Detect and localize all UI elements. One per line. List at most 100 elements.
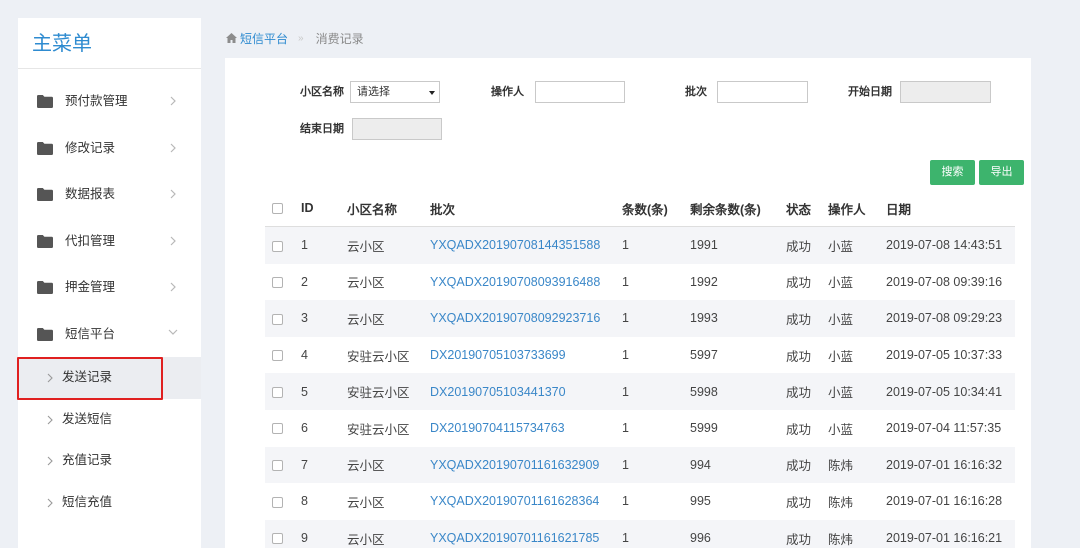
cell-operator: 小蓝	[828, 422, 854, 437]
sidebar-item-label: 数据报表	[65, 187, 116, 202]
row-checkbox[interactable]	[272, 240, 283, 252]
cell-community: 云小区	[341, 226, 424, 264]
cell-count: 1	[622, 274, 629, 289]
cell-count: 1	[616, 226, 684, 264]
folder-icon	[37, 281, 53, 295]
submenu-item-recharge-records[interactable]: 充值记录	[18, 440, 201, 482]
cell-status: 成功	[786, 276, 812, 291]
sidebar-item-modification-records[interactable]: 修改记录	[18, 125, 201, 172]
sidebar-item-sms-platform[interactable]: 短信平台	[18, 311, 201, 358]
cell-batch-link[interactable]: DX20190704115734763	[424, 410, 616, 447]
cell-batch-link[interactable]: YXQADX20190701161632909	[424, 446, 616, 484]
cell-batch-link[interactable]: YXQADX20190708144351588	[424, 226, 616, 264]
row-checkbox[interactable]	[272, 350, 283, 362]
cell-checkbox	[265, 483, 295, 520]
column-header-operator: 操作人	[822, 190, 880, 227]
row-checkbox[interactable]	[272, 496, 283, 508]
cell-status: 成功	[780, 300, 822, 337]
folder-icon	[37, 327, 53, 341]
chevron-right-icon	[47, 456, 53, 466]
cell-operator: 小蓝	[822, 226, 880, 264]
cell-batch-link[interactable]: DX20190705103733699	[424, 337, 616, 374]
cell-batch-link[interactable]: YXQADX20190708092923716	[424, 300, 616, 337]
chevron-right-icon	[47, 373, 53, 383]
cell-count: 1	[616, 446, 684, 484]
submenu-item-send-records[interactable]: 发送记录	[18, 357, 201, 399]
cell-date: 2019-07-08 09:29:23	[880, 300, 1015, 337]
row-checkbox[interactable]	[272, 423, 283, 435]
cell-date: 2019-07-04 11:57:35	[886, 421, 1002, 436]
operator-input[interactable]	[535, 81, 625, 103]
sidebar-item-label: 代扣管理	[65, 233, 116, 248]
submenu-item-send-sms[interactable]: 发送短信	[18, 399, 201, 441]
folder-icon	[37, 188, 53, 202]
cell-remaining: 995	[690, 494, 711, 509]
cell-operator: 小蓝	[822, 300, 880, 337]
cell-count: 1	[622, 421, 629, 436]
row-checkbox[interactable]	[272, 533, 283, 545]
cell-remaining: 996	[684, 519, 780, 548]
search-button[interactable]: 搜索	[930, 160, 975, 185]
row-checkbox[interactable]	[272, 277, 283, 289]
select-all-checkbox[interactable]	[272, 203, 283, 215]
submenu-item-sms-recharge[interactable]: 短信充值	[18, 482, 201, 524]
table-row: 9 云小区 YXQADX20190701161621785 1 996 成功 陈炜 2019-…	[265, 519, 1015, 548]
community-label: 小区名称	[300, 86, 344, 98]
cell-remaining: 994	[684, 446, 780, 484]
submenu-item-label: 发送短信	[62, 411, 113, 426]
start-date-input[interactable]	[900, 81, 991, 103]
cell-community: 云小区	[341, 519, 424, 548]
cell-remaining: 1991	[684, 226, 780, 264]
row-checkbox[interactable]	[272, 313, 283, 325]
breadcrumb-parent-link[interactable]: 短信平台	[240, 30, 288, 47]
cell-batch-link[interactable]: YXQADX20190708093916488	[424, 264, 616, 301]
chevron-right-icon	[170, 236, 176, 246]
breadcrumb-separator: »	[298, 32, 304, 44]
cell-community: 安驻云小区	[347, 422, 410, 437]
row-checkbox[interactable]	[272, 460, 283, 472]
column-header-count: 条数(条)	[616, 190, 684, 227]
chevron-right-icon	[170, 282, 176, 292]
sidebar-item-prepayment[interactable]: 预付款管理	[18, 78, 201, 125]
cell-batch-link[interactable]: YXQADX20190701161621785	[424, 519, 616, 548]
end-date-input[interactable]	[352, 118, 442, 140]
sidebar-item-deposit[interactable]: 押金管理	[18, 264, 201, 311]
cell-batch-link[interactable]: DX20190705103441370	[424, 373, 616, 410]
community-select-value: 请选择	[357, 86, 390, 98]
cell-community: 云小区	[347, 495, 385, 510]
chevron-right-icon	[170, 143, 176, 153]
table-row: 2 云小区 YXQADX20190708093916488 1 1992 成功 小蓝 2019…	[265, 264, 1015, 301]
cell-community: 云小区	[341, 446, 424, 484]
submenu-item-label: 发送记录	[62, 370, 113, 384]
row-checkbox[interactable]	[272, 386, 283, 398]
sidebar-divider	[18, 68, 201, 69]
cell-checkbox	[265, 519, 295, 548]
batch-input[interactable]	[717, 81, 808, 103]
chevron-right-icon	[47, 415, 53, 425]
folder-icon	[37, 95, 53, 108]
cell-id: 7	[295, 446, 341, 484]
sidebar-menu: 预付款管理 修改记录 数据报表 代扣管理 押金管理 短信平台	[18, 78, 201, 358]
community-select[interactable]: 请选择	[350, 81, 440, 103]
cell-batch-link[interactable]: YXQADX20190701161628364	[424, 483, 616, 520]
sms-platform-submenu: 发送记录 发送短信 充值记录 短信充值	[18, 357, 201, 524]
chevron-right-icon	[47, 498, 53, 508]
export-button[interactable]: 导出	[979, 160, 1024, 185]
breadcrumb: 短信平台 » 消费记录	[226, 30, 364, 46]
column-header-remaining: 剩余条数(条)	[684, 190, 780, 227]
folder-icon	[37, 234, 53, 248]
sidebar-item-withholding[interactable]: 代扣管理	[18, 218, 201, 265]
sidebar-title: 主菜单	[32, 33, 92, 55]
cell-checkbox	[265, 264, 295, 301]
sidebar-item-label: 押金管理	[65, 280, 116, 295]
cell-status: 成功	[786, 495, 812, 510]
cell-remaining: 5999	[690, 421, 718, 436]
table-body: 1 云小区 YXQADX20190708144351588 1 1991 成功 小蓝 2019…	[265, 226, 1015, 548]
column-header-status: 状态	[780, 190, 822, 227]
sidebar-item-data-reports[interactable]: 数据报表	[18, 171, 201, 218]
cell-operator: 陈炜	[822, 446, 880, 484]
cell-id: 9	[295, 519, 341, 548]
cell-checkbox	[265, 446, 295, 484]
column-header-id: ID	[295, 190, 341, 227]
cell-status: 成功	[786, 349, 812, 364]
